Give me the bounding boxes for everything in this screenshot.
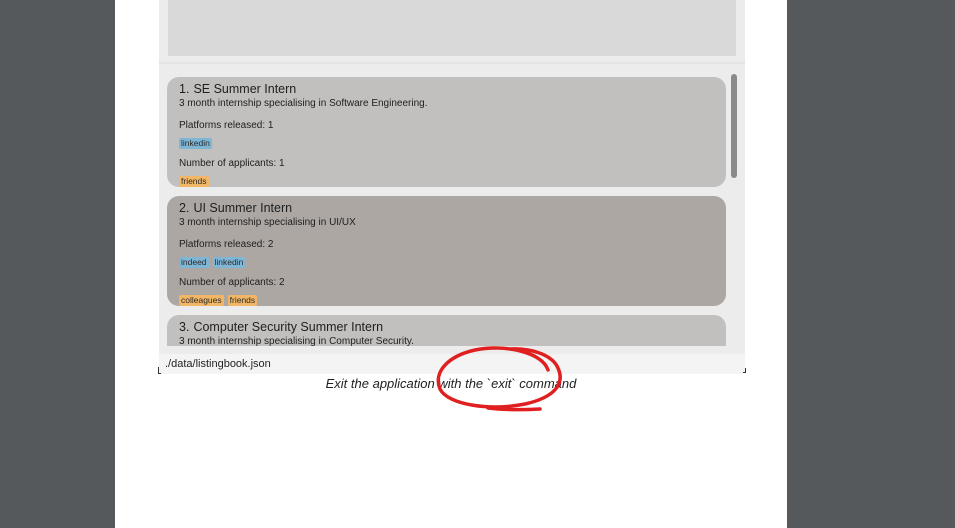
listing-title-text: Computer Security Summer Intern — [193, 320, 384, 334]
resize-corner-left — [158, 367, 161, 374]
app-window-screenshot: 1. SE Summer Intern 3 month internship sp… — [158, 0, 746, 374]
listing-index: 1. — [179, 82, 190, 96]
listing-list[interactable]: 1. SE Summer Intern 3 month internship sp… — [159, 66, 745, 346]
applicant-tag: friends — [227, 295, 258, 306]
platforms-label: Platforms released: 2 — [179, 239, 274, 250]
listing-card[interactable]: 1. SE Summer Intern 3 month internship sp… — [167, 77, 726, 187]
platform-tag: linkedin — [179, 138, 212, 149]
applicant-tag: colleagues — [179, 295, 224, 306]
platform-tag: indeed — [179, 257, 209, 268]
applicant-tag: friends — [179, 176, 209, 187]
listing-title-text: SE Summer Intern — [193, 82, 297, 96]
applicant-tags: friends — [179, 171, 714, 187]
divider — [159, 62, 745, 64]
status-bar-save-location: ./data/listingbook.json — [159, 354, 745, 374]
listing-description: 3 month internship specialising in Compu… — [179, 336, 414, 346]
listing-title: 3. Computer Security Summer Intern — [179, 320, 714, 335]
platforms-label: Platforms released: 1 — [179, 120, 274, 131]
listing-card[interactable]: 2. UI Summer Intern 3 month internship sp… — [167, 196, 726, 306]
listing-description: 3 month internship specialising in Softw… — [179, 98, 428, 109]
applicants-label: Number of applicants: 1 — [179, 158, 285, 169]
platform-tags: linkedin — [179, 133, 714, 149]
listing-title-text: UI Summer Intern — [193, 201, 293, 215]
listing-title: 2. UI Summer Intern — [179, 201, 714, 216]
listing-title: 1. SE Summer Intern — [179, 82, 714, 97]
applicants-label: Number of applicants: 2 — [179, 277, 285, 288]
resize-corner-right — [743, 368, 746, 373]
applicant-tags: colleagues friends — [179, 290, 714, 306]
listing-index: 3. — [179, 320, 190, 334]
listing-card[interactable]: 3. Computer Security Summer Intern 3 mont… — [167, 315, 726, 346]
scrollbar-thumb[interactable] — [731, 74, 737, 178]
listing-description: 3 month internship specialising in UI/UX — [179, 217, 356, 228]
document-page: 1. SE Summer Intern 3 month internship sp… — [115, 0, 787, 528]
platform-tags: indeed linkedin — [179, 252, 714, 268]
result-display — [168, 0, 736, 56]
platform-tag: linkedin — [212, 257, 246, 268]
figure-caption: Exit the application with the `exit` com… — [325, 376, 577, 391]
listing-index: 2. — [179, 201, 190, 215]
